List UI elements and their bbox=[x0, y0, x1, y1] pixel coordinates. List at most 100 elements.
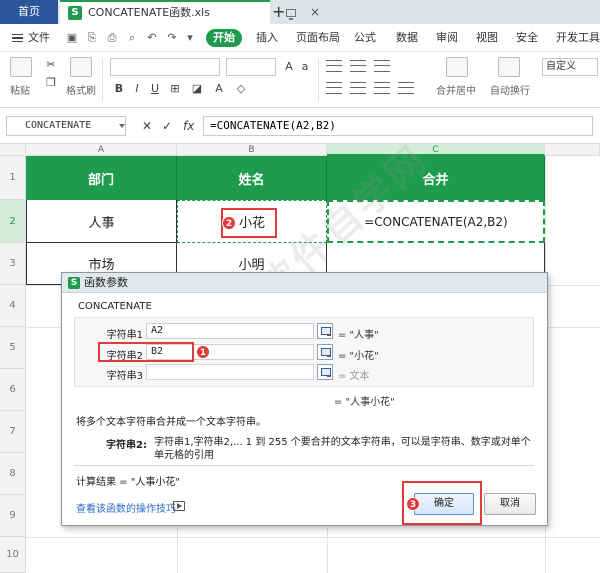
print-icon[interactable]: ⎙ bbox=[106, 32, 118, 44]
function-tips-link[interactable]: 查看该函数的操作技巧 bbox=[76, 500, 176, 515]
dialog-body: CONCATENATE 字符串1 A2 = "人事" 字符串2 B2 = "小花… bbox=[70, 297, 539, 525]
align-right-icon[interactable] bbox=[374, 82, 390, 94]
row-header-3[interactable]: 3 bbox=[0, 243, 26, 285]
gridline bbox=[177, 527, 178, 573]
format-painter-label[interactable]: 格式刷 bbox=[66, 82, 96, 97]
align-bottom-icon[interactable] bbox=[374, 60, 390, 72]
gridline bbox=[327, 527, 328, 573]
parameter-label: 字符串2: bbox=[106, 440, 147, 451]
wrap-text-icon[interactable] bbox=[498, 57, 520, 77]
arg3-range-picker-icon[interactable] bbox=[317, 364, 333, 380]
row-header-9[interactable]: 9 bbox=[0, 495, 26, 537]
document-tab[interactable]: S CONCATENATE函数.xls × bbox=[60, 0, 320, 24]
cut-icon[interactable]: ✂ bbox=[44, 58, 58, 72]
close-tab-icon[interactable]: × bbox=[310, 5, 320, 19]
cancel-button[interactable]: 取消 bbox=[484, 493, 536, 515]
decrease-font-icon[interactable]: a bbox=[298, 60, 312, 74]
column-header-a[interactable]: A bbox=[26, 144, 177, 156]
format-painter-icon[interactable] bbox=[70, 57, 92, 77]
arg1-input[interactable]: A2 bbox=[146, 323, 314, 339]
new-tab-icon[interactable]: + bbox=[272, 2, 285, 21]
align-center-icon[interactable] bbox=[350, 82, 366, 94]
tab-page-layout[interactable]: 页面布局 bbox=[296, 24, 340, 52]
confirm-formula-icon[interactable]: ✓ bbox=[162, 118, 172, 134]
tab-developer[interactable]: 开发工具 bbox=[556, 24, 600, 52]
tab-view[interactable]: 视图 bbox=[476, 24, 498, 52]
cell-c1[interactable]: 合并 bbox=[327, 156, 545, 200]
border-icon[interactable]: ⊞ bbox=[168, 82, 182, 96]
row-header-4[interactable]: 4 bbox=[0, 285, 26, 327]
align-top-icon[interactable] bbox=[326, 60, 342, 72]
arg3-input[interactable] bbox=[146, 364, 314, 380]
column-header-d[interactable] bbox=[545, 144, 600, 156]
eraser-icon[interactable]: ◇ bbox=[234, 82, 248, 96]
row-header-8[interactable]: 8 bbox=[0, 453, 26, 495]
fill-color-icon[interactable]: ◪ bbox=[190, 82, 204, 96]
undo-icon[interactable]: ↶ bbox=[146, 32, 158, 44]
merge-center-icon[interactable] bbox=[446, 57, 468, 77]
align-middle-icon[interactable] bbox=[350, 60, 366, 72]
redo-icon[interactable]: ↷ bbox=[166, 32, 178, 44]
tab-review[interactable]: 审阅 bbox=[436, 24, 458, 52]
row-header-1[interactable]: 1 bbox=[0, 156, 26, 200]
file-menu[interactable]: 文件 bbox=[28, 24, 50, 52]
paste-label[interactable]: 粘贴 bbox=[10, 82, 30, 97]
row-header-10[interactable]: 10 bbox=[0, 537, 26, 573]
row-header-2[interactable]: 2 bbox=[0, 200, 26, 243]
bold-icon[interactable]: B bbox=[112, 82, 126, 96]
tab-formulas[interactable]: 公式 bbox=[354, 24, 376, 52]
tab-insert[interactable]: 插入 bbox=[256, 24, 278, 52]
name-box-dropdown-icon[interactable] bbox=[119, 124, 125, 128]
monitor-icon[interactable] bbox=[286, 9, 296, 20]
video-tutorial-icon[interactable] bbox=[173, 501, 185, 511]
tab-data[interactable]: 数据 bbox=[396, 24, 418, 52]
insert-function-icon[interactable]: fx bbox=[183, 118, 194, 134]
arg1-range-picker-icon[interactable] bbox=[317, 323, 333, 339]
row-header-7[interactable]: 7 bbox=[0, 411, 26, 453]
quick-access-dropdown-icon[interactable]: ▾ bbox=[184, 32, 196, 44]
name-box[interactable]: CONCATENATE bbox=[6, 116, 126, 136]
save-icon[interactable]: ▣ bbox=[66, 32, 78, 44]
align-left-icon[interactable] bbox=[326, 82, 342, 94]
cell-c2[interactable]: =CONCATENATE(A2,B2) bbox=[327, 200, 545, 243]
title-bar: 首页 S CONCATENATE函数.xls × + bbox=[0, 0, 600, 24]
formula-input[interactable]: =CONCATENATE(A2,B2) bbox=[203, 116, 593, 136]
increase-font-icon[interactable]: A bbox=[282, 60, 296, 74]
dialog-title-bar[interactable]: S 函数参数 bbox=[62, 273, 547, 293]
italic-icon[interactable]: I bbox=[130, 82, 144, 96]
font-color-icon[interactable]: A bbox=[212, 82, 226, 96]
merge-center-label[interactable]: 合并居中 bbox=[436, 82, 476, 97]
tab-security[interactable]: 安全 bbox=[516, 24, 538, 52]
arg1-label: 字符串1 bbox=[106, 330, 143, 341]
annotation-badge-3: 3 bbox=[406, 497, 420, 511]
function-name: CONCATENATE bbox=[78, 301, 152, 312]
select-all-corner[interactable] bbox=[0, 144, 26, 156]
column-header-c[interactable]: C bbox=[327, 144, 545, 156]
copy-icon[interactable]: ❐ bbox=[44, 76, 58, 90]
tab-start[interactable]: 开始 bbox=[206, 29, 242, 47]
distributed-align-icon[interactable] bbox=[398, 82, 414, 94]
arg2-range-picker-icon[interactable] bbox=[317, 344, 333, 360]
wrap-text-label[interactable]: 自动换行 bbox=[490, 82, 530, 97]
hamburger-menu-icon[interactable] bbox=[12, 34, 23, 42]
preview-icon[interactable]: ⌕ bbox=[126, 32, 138, 44]
underline-icon[interactable]: U bbox=[148, 82, 162, 96]
row-header-6[interactable]: 6 bbox=[0, 369, 26, 411]
function-arguments-dialog: S 函数参数 CONCATENATE 字符串1 A2 = "人事" 字符串2 B… bbox=[61, 272, 548, 526]
font-size-combo[interactable] bbox=[226, 58, 276, 76]
home-tab[interactable]: 首页 bbox=[0, 0, 58, 24]
cell-a2[interactable]: 人事 bbox=[26, 200, 177, 243]
cancel-formula-icon[interactable]: ✕ bbox=[142, 118, 152, 134]
cell-a1[interactable]: 部门 bbox=[26, 156, 177, 200]
font-name-combo[interactable] bbox=[110, 58, 220, 76]
ok-button[interactable]: 确定 bbox=[414, 493, 474, 515]
dialog-divider bbox=[74, 465, 534, 466]
paste-icon[interactable] bbox=[10, 57, 32, 77]
column-header-b[interactable]: B bbox=[177, 144, 327, 156]
arg1-result: = "人事" bbox=[338, 330, 379, 341]
cell-b1[interactable]: 姓名 bbox=[177, 156, 327, 200]
row-header-5[interactable]: 5 bbox=[0, 327, 26, 369]
export-icon[interactable]: ⎘ bbox=[86, 32, 98, 44]
gridline bbox=[26, 537, 600, 538]
number-format-combo[interactable]: 自定义 bbox=[542, 58, 598, 76]
